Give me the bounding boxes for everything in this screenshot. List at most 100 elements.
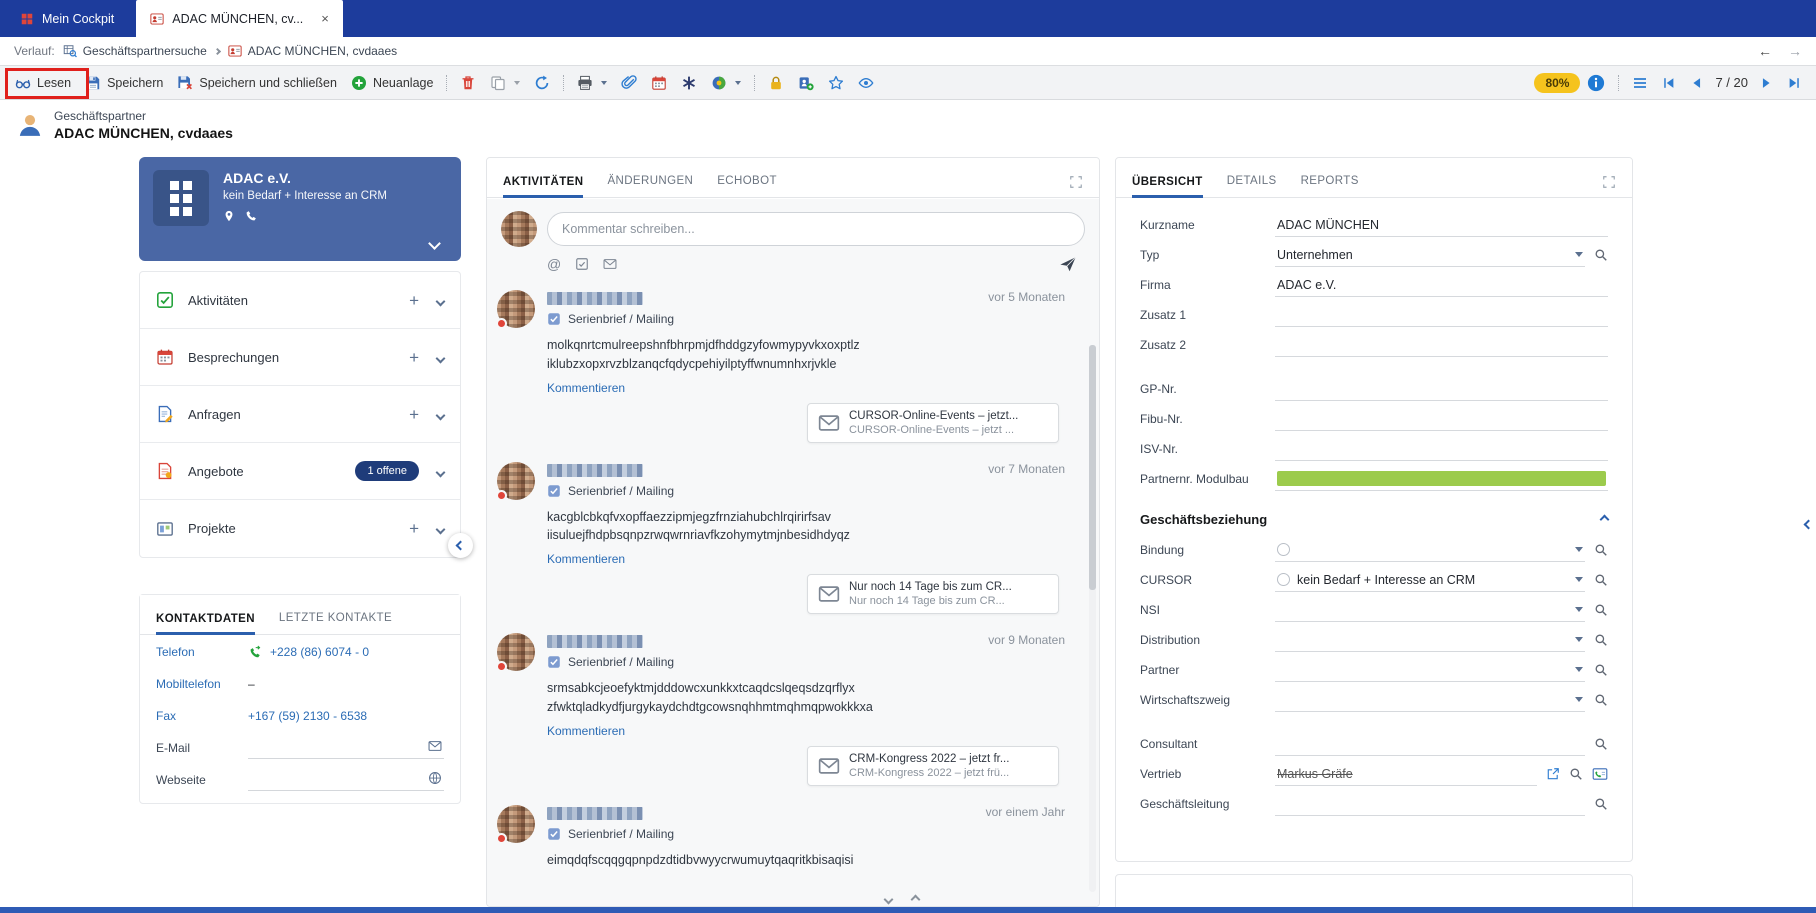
open-record-icon[interactable] [1546, 767, 1560, 781]
watch-button[interactable] [851, 70, 881, 96]
radio-indicator[interactable] [1277, 573, 1290, 586]
add-icon[interactable]: + [409, 406, 419, 423]
dropdown-chevron-icon[interactable] [1575, 607, 1583, 612]
copy-button[interactable] [483, 70, 527, 96]
previous-record-button[interactable] [1683, 71, 1711, 95]
history-forward-icon[interactable]: → [1788, 43, 1802, 59]
lookup-icon[interactable] [1594, 663, 1608, 677]
mention-icon[interactable]: @ [547, 256, 561, 272]
tab-kontaktdaten[interactable]: KONTAKTDATEN [156, 613, 255, 635]
tab-letzte-kontakte[interactable]: LETZTE KONTAKTE [279, 612, 392, 634]
save-and-close-button[interactable]: Speichern und schließen [170, 70, 344, 96]
add-partner-button[interactable] [791, 70, 821, 96]
comment-link[interactable]: Kommentieren [547, 552, 625, 566]
menu-button[interactable] [1625, 70, 1655, 96]
sidebar-item-besprechungen[interactable]: Besprechungen + [140, 329, 460, 386]
website-field[interactable] [248, 769, 444, 791]
history-back-icon[interactable]: ← [1758, 43, 1772, 59]
phone-link[interactable]: +228 (86) 6074 - 0 [248, 645, 369, 659]
new-record-button[interactable]: Neuanlage [344, 70, 440, 96]
distribution-select[interactable] [1275, 629, 1585, 652]
lookup-icon[interactable] [1594, 693, 1608, 707]
consultant-input[interactable] [1275, 733, 1585, 756]
kurzname-input[interactable]: ADAC MÜNCHEN [1275, 214, 1608, 237]
vertrieb-input[interactable]: Markus Gräfe [1275, 763, 1537, 786]
lookup-icon[interactable] [1594, 573, 1608, 587]
chevron-down-icon[interactable] [437, 407, 444, 422]
lookup-icon[interactable] [1594, 737, 1608, 751]
chevron-down-icon[interactable] [437, 293, 444, 308]
lookup-icon[interactable] [1569, 767, 1583, 781]
envelope-icon[interactable] [603, 257, 617, 271]
radio-indicator[interactable] [1277, 543, 1290, 556]
dropdown-chevron-icon[interactable] [1575, 667, 1583, 672]
mail-attachment-card[interactable]: CURSOR-Online-Events – jetzt... CURSOR-O… [807, 403, 1059, 443]
tab-uebersicht[interactable]: ÜBERSICHT [1132, 176, 1203, 198]
dropdown-chevron-icon[interactable] [1575, 577, 1583, 582]
read-button[interactable]: Lesen [8, 70, 78, 96]
scroll-up-icon[interactable] [911, 895, 921, 905]
tab-details[interactable]: DETAILS [1227, 175, 1277, 197]
globe-icon[interactable] [428, 771, 442, 785]
task-icon[interactable] [575, 257, 589, 271]
chevron-down-icon[interactable] [437, 521, 444, 536]
tab-aktivitaeten[interactable]: AKTIVITÄTEN [503, 176, 583, 198]
wirtschaftszweig-select[interactable] [1275, 689, 1585, 712]
isvnr-input[interactable] [1275, 438, 1608, 461]
lookup-icon[interactable] [1594, 603, 1608, 617]
location-pin-icon[interactable] [223, 210, 235, 222]
attachment-button[interactable] [614, 70, 644, 96]
gpnr-input[interactable] [1275, 378, 1608, 401]
add-icon[interactable]: + [409, 520, 419, 537]
feed-scrollbar[interactable] [1089, 345, 1096, 892]
mail-attachment-card[interactable]: Nur noch 14 Tage bis zum CR... Nur noch … [807, 574, 1059, 614]
envelope-icon[interactable] [428, 739, 442, 753]
tab-echobot[interactable]: ECHOBOT [717, 175, 777, 197]
print-button[interactable] [570, 70, 614, 96]
cursor-select[interactable]: kein Bedarf + Interesse an CRM [1275, 569, 1585, 592]
comment-input[interactable] [547, 212, 1085, 246]
firma-input[interactable]: ADAC e.V. [1275, 274, 1608, 297]
sidebar-item-aktivitaeten[interactable]: Aktivitäten + [140, 272, 460, 329]
chevron-down-icon[interactable] [430, 236, 439, 251]
lookup-icon[interactable] [1594, 248, 1608, 262]
expand-icon[interactable] [1069, 175, 1083, 189]
close-icon[interactable]: × [321, 11, 329, 26]
partnernr-input[interactable] [1275, 468, 1608, 491]
dropdown-chevron-icon[interactable] [1575, 697, 1583, 702]
first-record-button[interactable] [1655, 71, 1683, 95]
scroll-down-icon[interactable] [884, 895, 894, 905]
sidebar-item-angebote[interactable]: Angebote 1 offene [140, 443, 460, 500]
actions-button[interactable] [674, 70, 704, 96]
comment-link[interactable]: Kommentieren [547, 381, 625, 395]
lock-button[interactable] [761, 70, 791, 96]
sidebar-item-anfragen[interactable]: Anfragen + [140, 386, 460, 443]
info-button[interactable] [1580, 69, 1612, 97]
tab-record[interactable]: ADAC MÜNCHEN, cv... × [136, 0, 343, 37]
add-icon[interactable]: + [409, 292, 419, 309]
breadcrumb-item-record[interactable]: ADAC MÜNCHEN, cvdaaes [228, 44, 397, 58]
mail-attachment-card[interactable]: CRM-Kongress 2022 – jetzt fr... CRM-Kong… [807, 746, 1059, 786]
dropdown-chevron-icon[interactable] [1575, 252, 1583, 257]
geschaeftsleitung-input[interactable] [1275, 793, 1585, 816]
fax-link[interactable]: +167 (59) 2130 - 6538 [248, 709, 367, 723]
scrollbar-thumb[interactable] [1089, 345, 1096, 590]
zusatz2-input[interactable] [1275, 334, 1608, 357]
contact-vcard-icon[interactable] [1592, 766, 1608, 782]
refresh-button[interactable] [527, 70, 557, 96]
add-icon[interactable]: + [409, 349, 419, 366]
chevron-down-icon[interactable] [437, 464, 444, 479]
lookup-icon[interactable] [1594, 543, 1608, 557]
lookup-icon[interactable] [1594, 797, 1608, 811]
chevron-down-icon[interactable] [437, 350, 444, 365]
tab-aenderungen[interactable]: ÄNDERUNGEN [607, 175, 693, 197]
fibunr-input[interactable] [1275, 408, 1608, 431]
lookup-icon[interactable] [1594, 633, 1608, 647]
bindung-select[interactable] [1275, 539, 1585, 562]
favorite-button[interactable] [821, 70, 851, 96]
breadcrumb-item-search[interactable]: Geschäftspartnersuche [63, 44, 207, 58]
panel-collapse-handle[interactable] [1805, 516, 1812, 531]
typ-select[interactable]: Unternehmen [1275, 244, 1585, 267]
email-field[interactable] [248, 737, 444, 759]
expand-icon[interactable] [1602, 175, 1616, 189]
